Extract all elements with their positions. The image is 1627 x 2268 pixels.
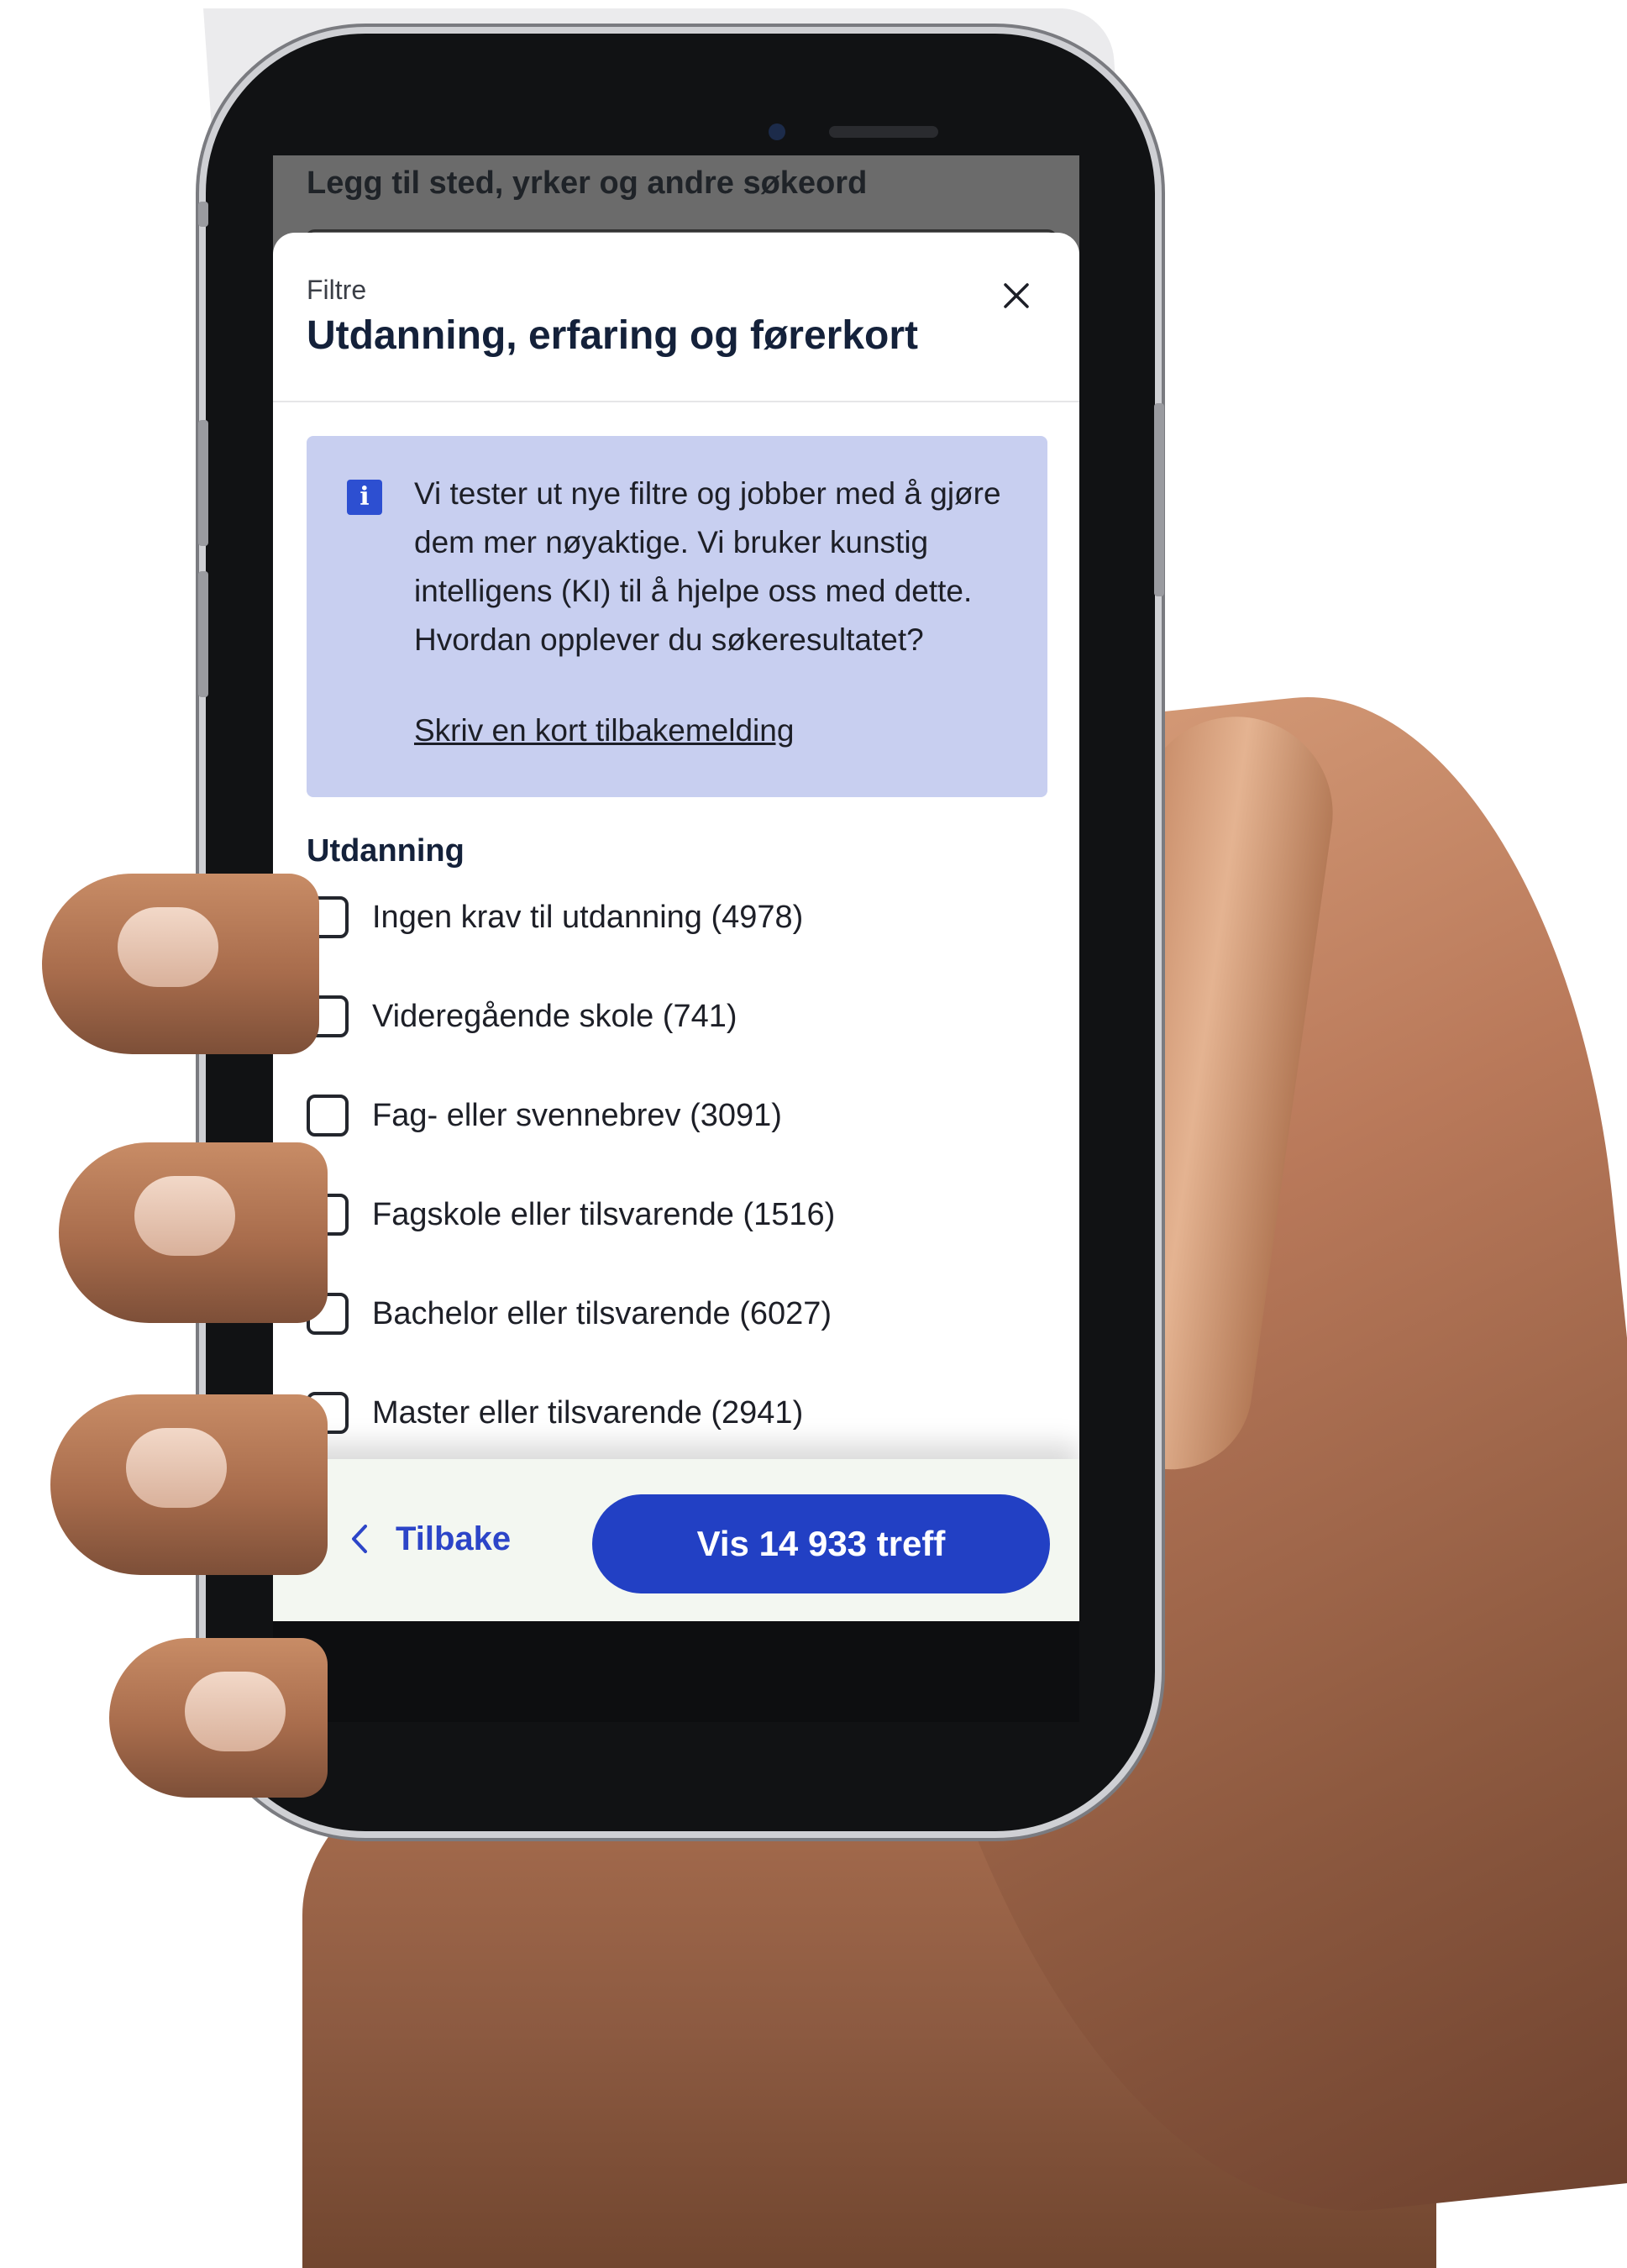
info-icon: i xyxy=(347,480,382,515)
option-label: Fagskole eller tilsvarende (1516) xyxy=(372,1196,836,1232)
back-label: Tilbake xyxy=(396,1520,512,1557)
education-option[interactable]: Fag- eller svennebrev (3091) xyxy=(307,1090,782,1141)
phone-bezel-bottom xyxy=(273,1621,1079,1722)
finger-nail xyxy=(118,907,218,987)
hand-finger xyxy=(59,1142,328,1323)
phone-screen: Legg til sted, yrker og andre søkeord Fi… xyxy=(273,155,1079,1621)
modal-eyebrow: Filtre xyxy=(307,275,367,305)
education-option[interactable]: Ingen krav til utdanning (4978) xyxy=(307,892,803,942)
filter-modal: Filtre Utdanning, erfaring og førerkort … xyxy=(273,233,1079,1621)
phone-power-button xyxy=(1154,403,1164,596)
education-option[interactable]: Fagskole eller tilsvarende (1516) xyxy=(307,1189,835,1240)
modal-title: Utdanning, erfaring og førerkort xyxy=(307,313,919,358)
education-option[interactable]: Bachelor eller tilsvarende (6027) xyxy=(307,1289,832,1339)
hand-finger xyxy=(109,1638,328,1798)
info-alert: i Vi tester ut nye filtre og jobber med … xyxy=(307,436,1047,797)
option-label: Master eller tilsvarende (2941) xyxy=(372,1394,804,1431)
phone-mute-switch xyxy=(198,202,208,227)
chevron-left-icon xyxy=(352,1525,367,1553)
feedback-link[interactable]: Skriv en kort tilbakemelding xyxy=(414,713,794,748)
finger-nail xyxy=(185,1672,286,1751)
checkbox[interactable] xyxy=(307,1095,349,1137)
option-label: Fag- eller svennebrev (3091) xyxy=(372,1097,782,1133)
hand-finger xyxy=(42,874,319,1054)
show-results-button[interactable]: Vis 14 933 treff xyxy=(592,1494,1050,1593)
option-label: Ingen krav til utdanning (4978) xyxy=(372,899,804,935)
phone-volume-up xyxy=(198,420,208,546)
close-icon xyxy=(1004,283,1029,308)
option-label: Videregående skole (741) xyxy=(372,998,737,1034)
education-option[interactable]: Videregående skole (741) xyxy=(307,991,737,1042)
finger-nail xyxy=(126,1428,227,1508)
phone-speaker xyxy=(829,126,938,138)
education-option[interactable]: Master eller tilsvarende (2941) xyxy=(307,1388,803,1438)
phone-camera xyxy=(769,123,785,140)
education-heading: Utdanning xyxy=(307,833,464,869)
hand-finger xyxy=(50,1394,328,1575)
back-button[interactable]: Tilbake xyxy=(349,1509,511,1568)
info-text: Vi tester ut nye filtre og jobber med å … xyxy=(414,476,1001,657)
modal-footer: Tilbake Vis 14 933 treff xyxy=(273,1459,1079,1621)
option-label: Bachelor eller tilsvarende (6027) xyxy=(372,1295,832,1331)
phone-volume-down xyxy=(198,571,208,697)
close-button[interactable] xyxy=(991,270,1042,321)
modal-header: Filtre Utdanning, erfaring og førerkort xyxy=(273,233,1079,402)
background-search-placeholder: Legg til sted, yrker og andre søkeord xyxy=(307,165,868,201)
finger-nail xyxy=(134,1176,235,1256)
